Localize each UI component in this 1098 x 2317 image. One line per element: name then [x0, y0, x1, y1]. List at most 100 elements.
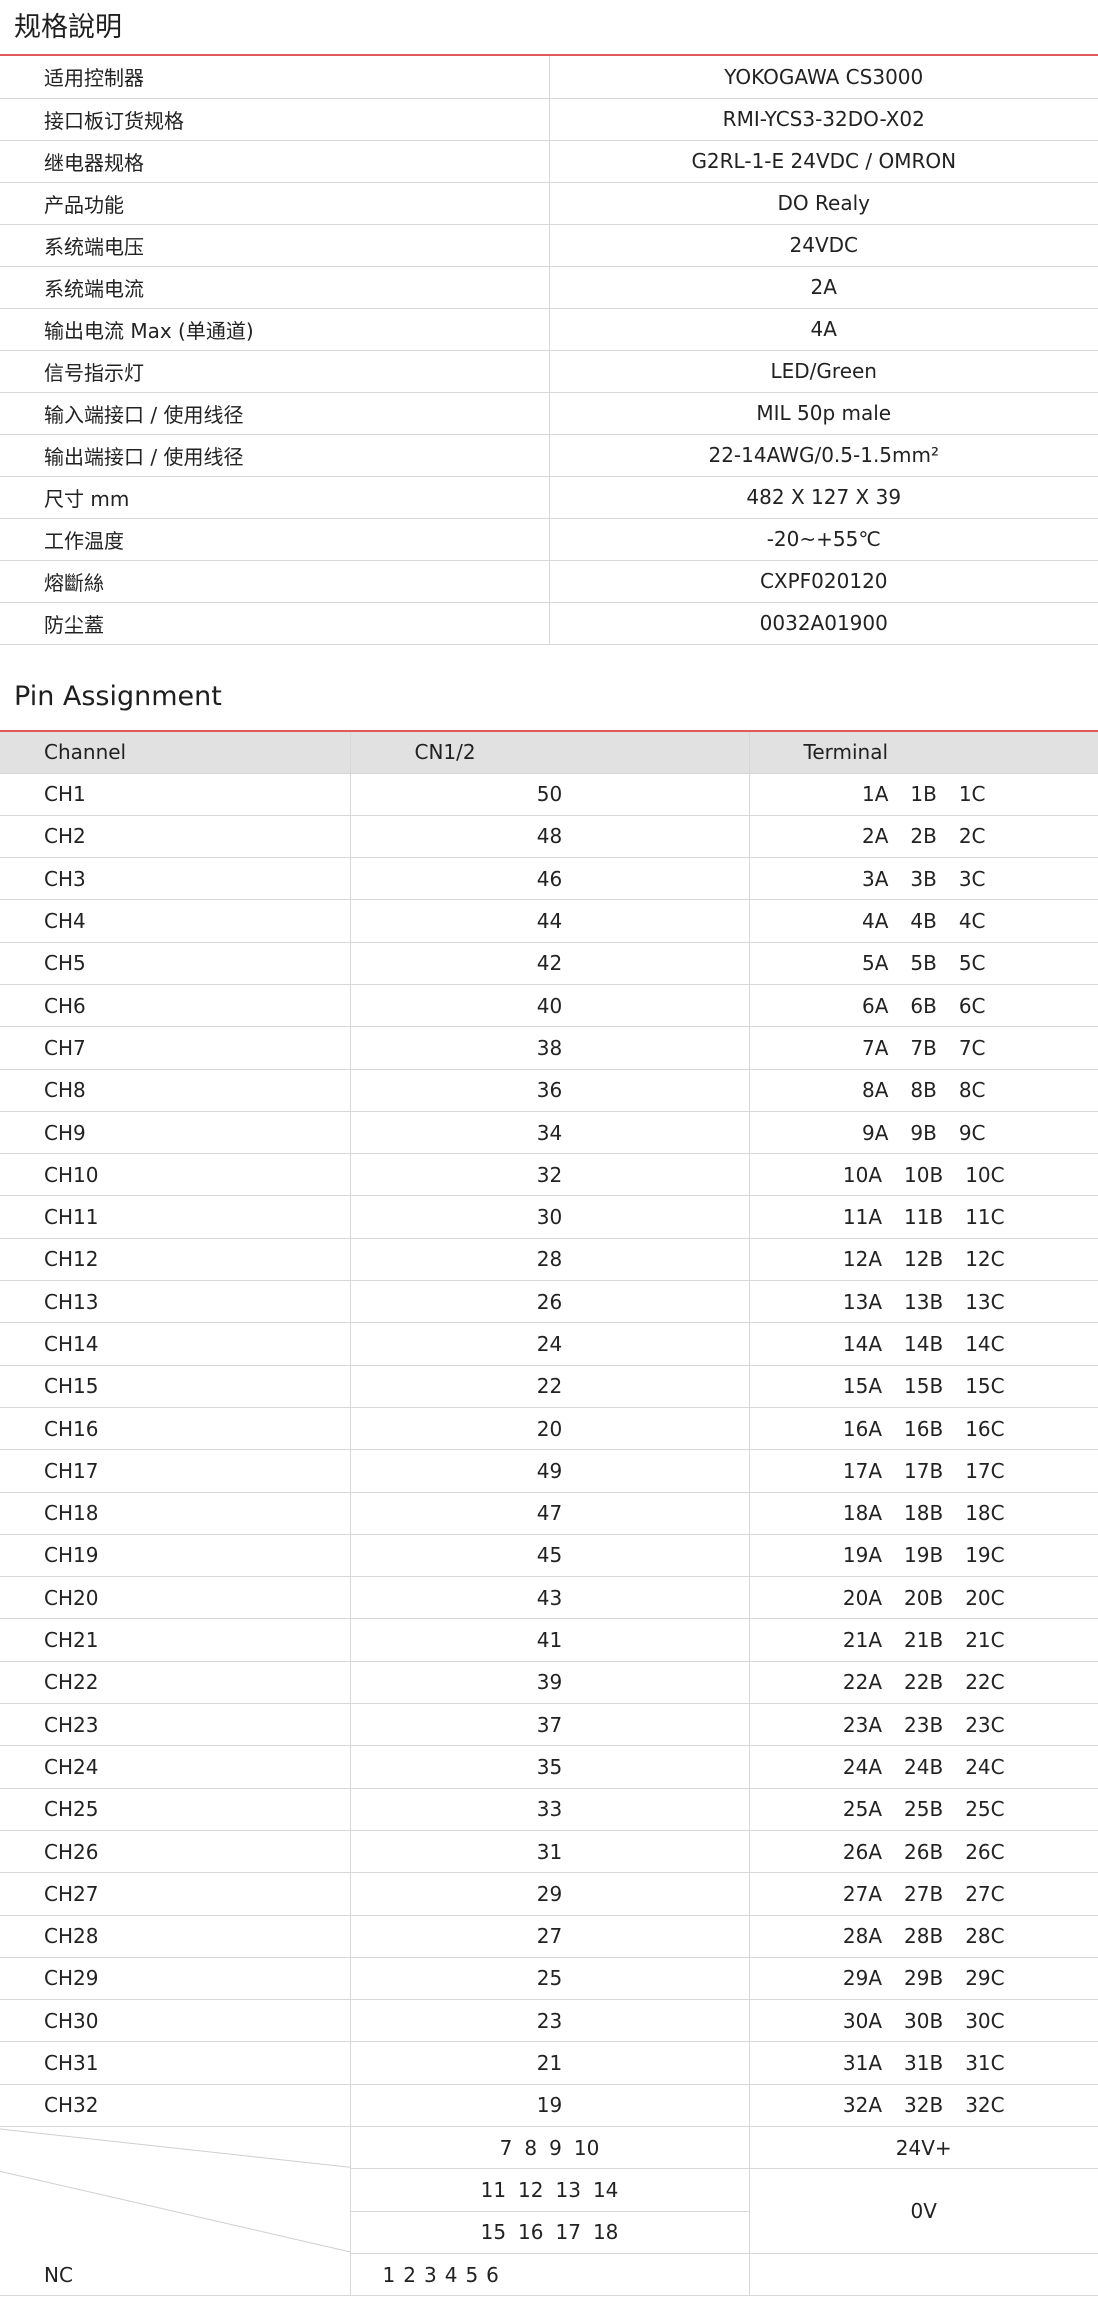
pin-channel: CH6 [0, 984, 351, 1028]
pin-terminal: 19A 19B 19C [749, 1534, 1098, 1578]
pin-cn: 47 [350, 1492, 750, 1535]
pin-number: 18 [592, 2220, 619, 2245]
pin-table-body: Channel CN1/2 Terminal CH1 50 1A 1B 1C CH2 48 2… [0, 732, 1098, 2297]
pin-channel: CH12 [0, 1238, 351, 1282]
pin-channel: CH26 [0, 1830, 351, 1874]
pin-cn: 31 [350, 1830, 750, 1874]
spec-table: 适用控制器 YOKOGAWA CS3000 接口板订货规格 RMI-YCS3-32DO… [0, 56, 1098, 645]
terminal-code: 10B [904, 1162, 944, 1187]
terminal-code: 18B [904, 1501, 944, 1526]
pin-channel: CH1 [0, 773, 351, 816]
terminal-code: 23C [965, 1712, 1005, 1737]
terminal-code: 21A [842, 1628, 883, 1653]
pin-cn: 43 [350, 1576, 750, 1620]
pin-row: CH29 25 29A 29B 29C [0, 1957, 1098, 2001]
v0-label: 0V [749, 2168, 1098, 2254]
spec-label: 输入端接口 / 使用线径 [0, 392, 550, 435]
pin-row: CH7 38 7A 7B 7C [0, 1026, 1098, 1070]
terminal-code: 6C [958, 993, 986, 1018]
pin-channel: CH4 [0, 899, 351, 943]
pin-cn: 25 [350, 1957, 750, 2001]
pin-row: CH11 30 11A 11B 11C [0, 1195, 1098, 1239]
nc-pins: 123456 [350, 2253, 750, 2297]
pin-channel: CH29 [0, 1957, 351, 2001]
pin-number: 4 [444, 2262, 458, 2287]
pin-channel: CH25 [0, 1788, 351, 1831]
pin-row: CH19 45 19A 19B 19C [0, 1534, 1098, 1578]
terminal-code: 30C [965, 2008, 1005, 2033]
pin-terminal: 21A 21B 21C [749, 1618, 1098, 1662]
terminal-code: 3B [910, 866, 937, 891]
pin-terminal: 31A 31B 31C [749, 2041, 1098, 2085]
spec-row: 系统端电压 24VDC [0, 224, 1098, 267]
pin-row: CH13 26 13A 13B 13C [0, 1280, 1098, 1324]
pin-row: CH31 21 31A 31B 31C [0, 2041, 1098, 2085]
terminal-code: 32A [842, 2093, 883, 2118]
pin-terminal: 7A 7B 7C [749, 1026, 1098, 1070]
terminal-code: 30B [904, 2008, 944, 2033]
terminal-code: 18A [842, 1501, 883, 1526]
pin-channel: CH15 [0, 1365, 351, 1408]
terminal-code: 28C [965, 1924, 1005, 1949]
spec-row: 输出电流 Max (单通道) 4A [0, 308, 1098, 351]
pin-row: CH2 48 2A 2B 2C [0, 815, 1098, 859]
nc-label: NC [44, 2263, 73, 2288]
pin-terminal: 25A 25B 25C [749, 1788, 1098, 1831]
spec-value: MIL 50p male [549, 392, 1098, 435]
terminal-code: 24A [842, 1754, 883, 1779]
pin-number: 2 [403, 2262, 416, 2287]
pin-channel: CH7 [0, 1026, 351, 1070]
pin-channel: CH2 [0, 815, 351, 859]
nc-terminal-empty [749, 2253, 1098, 2297]
terminal-code: 19C [965, 1543, 1005, 1568]
spec-label: 尺寸 mm [0, 476, 550, 519]
terminal-code: 17A [842, 1458, 883, 1483]
terminal-code: 3C [958, 866, 986, 891]
pin-cn: 37 [350, 1703, 750, 1747]
pin-channel: CH23 [0, 1703, 351, 1747]
pin-row: CH14 24 14A 14B 14C [0, 1322, 1098, 1366]
pin-row: CH20 43 20A 20B 20C [0, 1576, 1098, 1620]
spec-label: 产品功能 [0, 182, 550, 225]
pin-cn: 39 [350, 1661, 750, 1705]
pin-row: CH1 50 1A 1B 1C [0, 773, 1098, 816]
pin-number: 7 [499, 2135, 513, 2160]
pin-cn: 29 [350, 1872, 750, 1916]
terminal-code: 23A [842, 1712, 883, 1737]
terminal-code: 29B [904, 1966, 944, 1991]
pin-cn: 26 [350, 1280, 750, 1324]
pin-channel: CH31 [0, 2041, 351, 2085]
pin-channel: CH30 [0, 1999, 351, 2043]
pin-channel: CH24 [0, 1745, 351, 1789]
spec-title: 规格說明 [14, 12, 122, 43]
pin-terminal: 9A 9B 9C [749, 1111, 1098, 1155]
pin-row: CH9 34 9A 9B 9C [0, 1111, 1098, 1155]
terminal-code: 4C [958, 909, 986, 934]
spec-label: 继电器规格 [0, 140, 550, 183]
pin-number: 3 [423, 2262, 437, 2287]
terminal-code: 20B [904, 1585, 944, 1610]
pin-channel: CH10 [0, 1153, 351, 1197]
terminal-code: 31B [904, 2051, 944, 2076]
pin-channel: CH18 [0, 1492, 351, 1535]
spec-label: 信号指示灯 [0, 350, 550, 393]
terminal-code: 12A [842, 1247, 883, 1272]
pin-terminal: 29A 29B 29C [749, 1957, 1098, 2001]
header-channel: Channel [0, 732, 351, 774]
pin-terminal: 6A 6B 6C [749, 984, 1098, 1028]
terminal-code: 29C [965, 1966, 1005, 1991]
pin-terminal: 23A 23B 23C [749, 1703, 1098, 1747]
pin-cn: 34 [350, 1111, 750, 1155]
pin-row: CH27 29 27A 27B 27C [0, 1872, 1098, 1916]
spec-label: 系统端电压 [0, 224, 550, 267]
terminal-code: 25C [965, 1797, 1005, 1822]
terminal-code: 3A [861, 866, 889, 891]
nc-cell: NC [0, 2126, 351, 2297]
pin-terminal: 18A 18B 18C [749, 1492, 1098, 1535]
terminal-code: 20C [965, 1585, 1005, 1610]
pin-terminal: 20A 20B 20C [749, 1576, 1098, 1620]
pin-terminal: 12A 12B 12C [749, 1238, 1098, 1282]
pin-table: Channel CN1/2 Terminal CH1 50 1A 1B 1C CH2 48 2… [0, 732, 1098, 2297]
terminal-code: 31C [965, 2051, 1005, 2076]
terminal-code: 22B [904, 1670, 944, 1695]
